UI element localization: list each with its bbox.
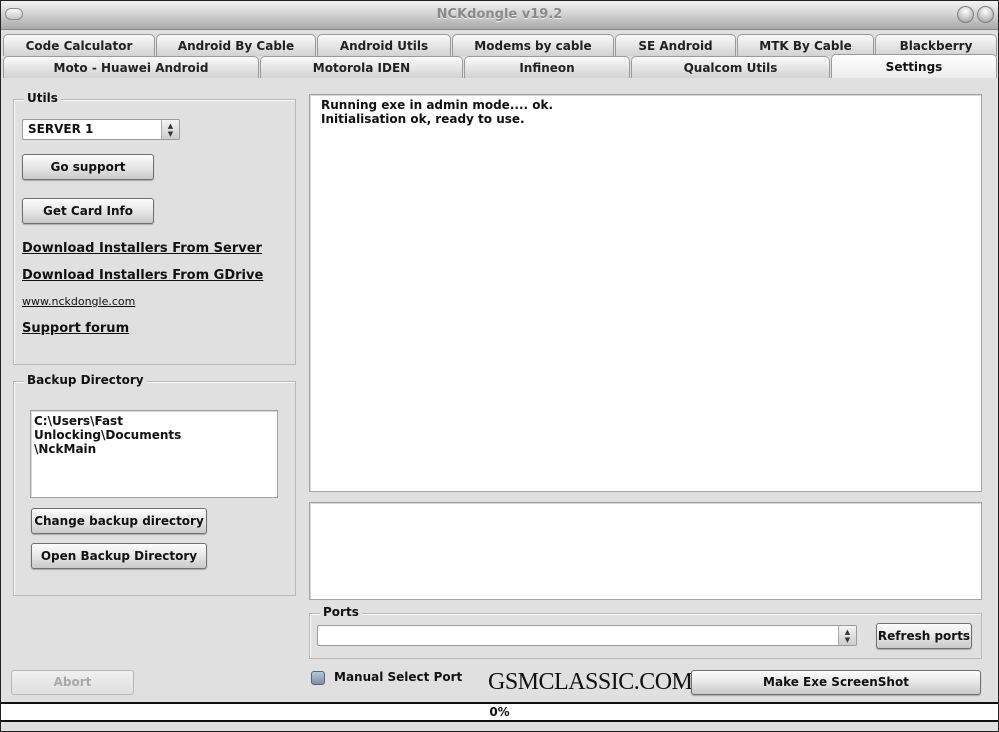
go-support-button[interactable]: Go support: [22, 154, 154, 180]
app-window: NCKdongle v19.2 Code Calculator Android …: [0, 0, 999, 732]
manual-select-port-label: Manual Select Port: [334, 670, 463, 684]
tab-code-calculator[interactable]: Code Calculator: [3, 34, 155, 56]
utils-group-label: Utils: [24, 91, 61, 105]
server-select-value: SERVER 1: [28, 122, 94, 136]
tab-row-1: Code Calculator Android By Cable Android…: [1, 34, 998, 56]
tab-motorola-iden[interactable]: Motorola IDEN: [260, 56, 463, 78]
download-installers-gdrive-link[interactable]: Download Installers From GDrive: [22, 268, 263, 283]
watermark-text: GSMCLASSIC.COM: [488, 669, 693, 695]
refresh-ports-button[interactable]: Refresh ports: [876, 623, 972, 649]
tab-blackberry[interactable]: Blackberry: [875, 34, 997, 56]
log-line: Initialisation ok, ready to use.: [321, 112, 525, 126]
support-forum-link[interactable]: Support forum: [22, 321, 129, 336]
open-backup-directory-button[interactable]: Open Backup Directory: [31, 543, 207, 569]
make-exe-screenshot-button[interactable]: Make Exe ScreenShot: [691, 670, 981, 695]
manual-select-port-checkbox[interactable]: [311, 671, 325, 685]
backup-path-field[interactable]: C:\Users\Fast Unlocking\Documents \NckMa…: [30, 410, 278, 498]
abort-button[interactable]: Abort: [11, 670, 134, 695]
title-bar[interactable]: NCKdongle v19.2: [1, 1, 998, 30]
tab-se-android[interactable]: SE Android: [615, 34, 736, 56]
window-title: NCKdongle v19.2: [436, 7, 563, 22]
progress-label: 0%: [489, 705, 510, 719]
ports-group-label: Ports: [320, 605, 362, 619]
ports-select[interactable]: ▲ ▼: [317, 625, 857, 646]
backup-path-line-1: C:\Users\Fast Unlocking\Documents: [34, 414, 182, 442]
tab-android-utils[interactable]: Android Utils: [317, 34, 451, 56]
change-backup-directory-button[interactable]: Change backup directory: [31, 508, 207, 534]
secondary-output[interactable]: [309, 502, 982, 600]
tab-infineon[interactable]: Infineon: [464, 56, 630, 78]
tab-settings[interactable]: Settings: [831, 54, 997, 78]
server-select[interactable]: SERVER 1 ▲ ▼: [22, 119, 180, 140]
tab-row-2: Moto - Huawei Android Motorola IDEN Infi…: [1, 54, 998, 78]
backup-path-line-2: \NckMain: [34, 442, 97, 456]
spin-arrows-icon[interactable]: ▲ ▼: [161, 120, 179, 139]
tab-android-by-cable[interactable]: Android By Cable: [156, 34, 316, 56]
tab-mtk-by-cable[interactable]: MTK By Cable: [737, 34, 874, 56]
tab-moto-huawei-android[interactable]: Moto - Huawei Android: [3, 56, 259, 78]
download-installers-server-link[interactable]: Download Installers From Server: [22, 241, 262, 256]
close-icon[interactable]: [977, 6, 994, 23]
website-link[interactable]: www.nckdongle.com: [22, 295, 135, 308]
log-output[interactable]: Running exe in admin mode.... ok. Initia…: [309, 94, 982, 492]
get-card-info-button[interactable]: Get Card Info: [22, 198, 154, 224]
log-line: Running exe in admin mode.... ok.: [321, 98, 554, 112]
backup-directory-label: Backup Directory: [24, 373, 147, 387]
tab-modems-by-cable[interactable]: Modems by cable: [452, 34, 614, 56]
progress-bar: 0%: [1, 702, 998, 722]
spin-arrows-icon[interactable]: ▲ ▼: [838, 626, 856, 645]
tab-qualcom-utils[interactable]: Qualcom Utils: [631, 56, 830, 78]
minimize-icon[interactable]: [957, 6, 974, 23]
